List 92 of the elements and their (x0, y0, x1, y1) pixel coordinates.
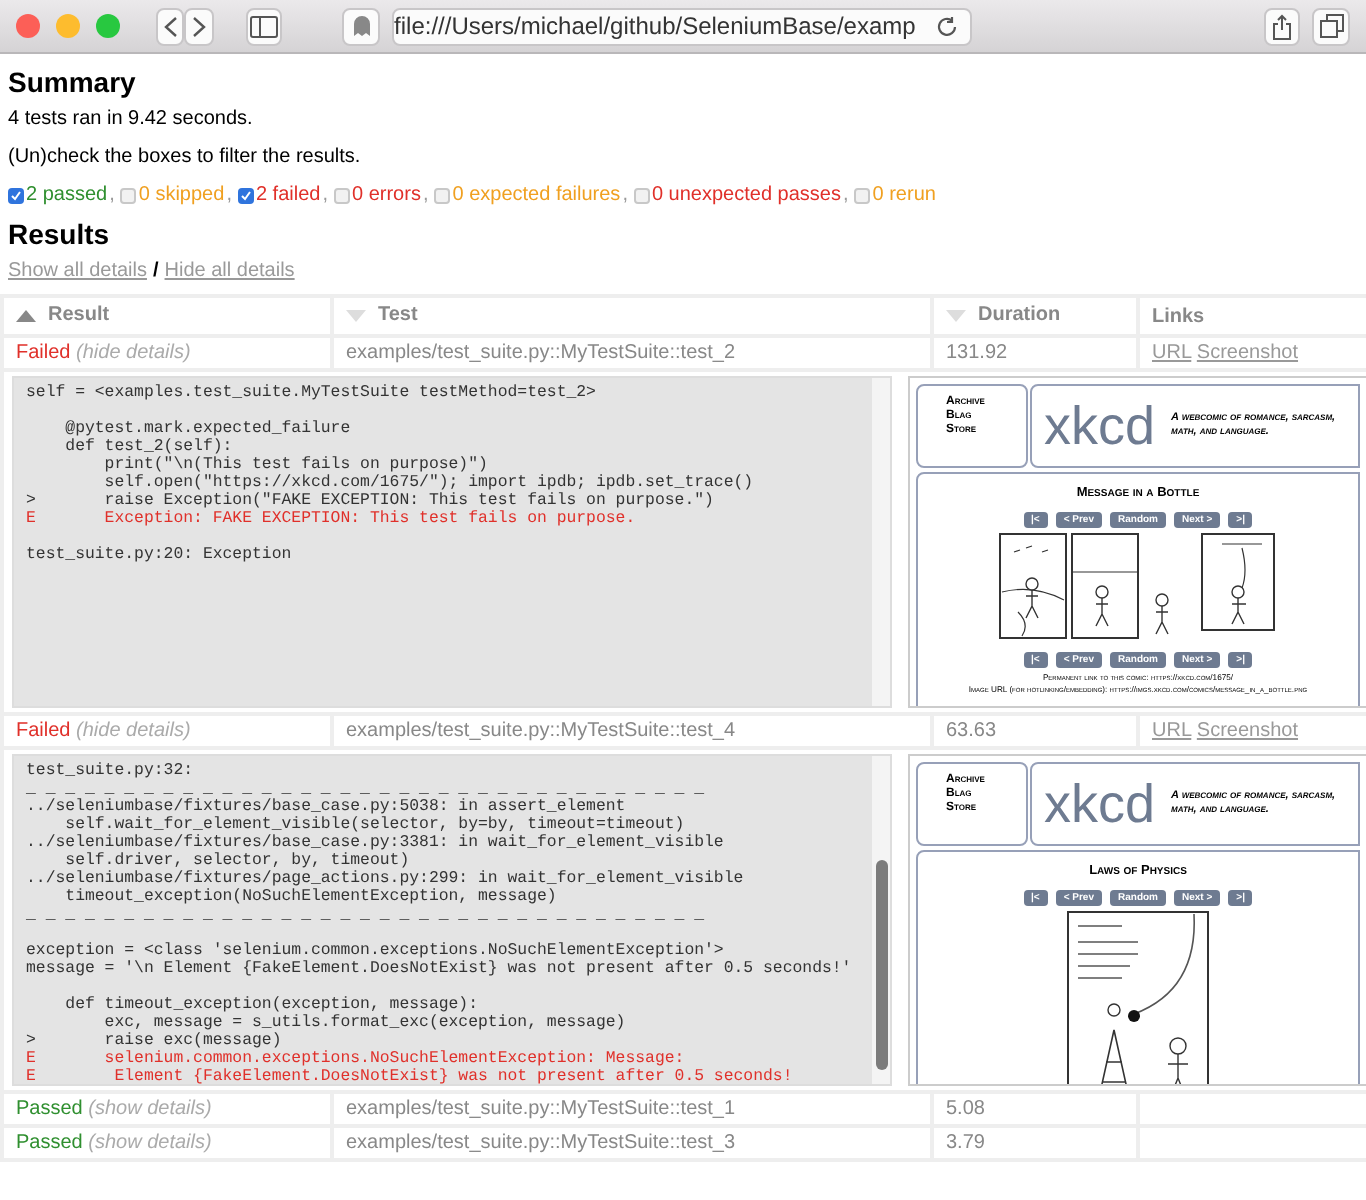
filter-checkbox[interactable] (334, 187, 350, 203)
log-line: ../seleniumbase/fixtures/base_case.py:5038: in assert_element (26, 798, 628, 816)
filter-separator: , (842, 184, 849, 206)
filter-separator: , (422, 184, 429, 206)
filter-label: 0 rerun (872, 184, 936, 206)
filter-separator: , (109, 184, 115, 206)
test-name-cell: examples/test_suite.py::MyTestSuite::test_1 (332, 1092, 932, 1126)
result-link[interactable]: URL (1152, 720, 1192, 742)
details-toggle[interactable]: (hide details) (76, 342, 191, 364)
tabs-button[interactable] (1312, 7, 1350, 45)
hide-all-details-link[interactable]: Hide all details (164, 260, 295, 282)
filter-checkbox[interactable] (854, 187, 871, 203)
result-status: Passed (16, 1132, 83, 1154)
result-link[interactable]: URL (1152, 342, 1192, 364)
log-error-line: E Element {FakeElement.DoesNotExist} was not present after 0.5 seconds! (26, 1068, 795, 1084)
summary-heading: Summary (8, 66, 138, 98)
result-link[interactable]: Screenshot (1196, 720, 1299, 742)
log-line: ../seleniumbase/fixtures/base_case.py:3381: in wait_for_element_visible (26, 834, 726, 852)
site-logo: xkcd (1044, 399, 1156, 453)
close-button[interactable] (16, 14, 40, 38)
column-header[interactable]: Duration (932, 296, 1138, 336)
log-line: test_suite.py:32: (26, 762, 196, 780)
results-heading: Results (8, 218, 112, 250)
run-info-text: 4 tests ran in 9.42 seconds. (8, 108, 255, 130)
details-toggle[interactable]: (hide details) (76, 720, 191, 742)
ghost-icon (351, 14, 372, 38)
log-line: self = <examples.test_suite.MyTestSuite testMethod=test_2> (26, 384, 598, 402)
chevron-left-icon (163, 15, 178, 37)
log-line: > raise Exception("FAKE EXCEPTION: This test fails on purpose.") (26, 492, 716, 510)
forward-button[interactable] (184, 7, 214, 45)
log-line: _ _ _ _ _ _ _ _ _ _ _ _ _ _ _ _ _ _ _ _ _ _ _ _ _ _ _ _ _ _ _ _ _ _ _ (26, 906, 707, 924)
filter-separator: , (622, 184, 628, 206)
address-bar[interactable]: file:///Users/michael/github/SeleniumBase/examp (392, 7, 972, 45)
filter-label: 0 unexpected passes (651, 184, 841, 206)
site-logo: xkcd (1044, 777, 1156, 831)
filter-hint-text: (Un)check the boxes to filter the results. (8, 146, 363, 168)
column-header[interactable]: Test (332, 296, 932, 336)
filter-separator: , (226, 184, 232, 206)
log-line: def timeout_exception(exception, message): (63, 996, 481, 1014)
duration-cell: 131.92 (932, 336, 1138, 370)
log-line: _ _ _ _ _ _ _ _ _ _ _ _ _ _ _ _ _ _ _ _ _ _ _ _ _ _ _ _ _ _ _ _ _ _ _ (26, 780, 707, 798)
log-line: def test_2(self): (63, 438, 235, 456)
log-error-line: E Exception: FAKE EXCEPTION: This test fails on purpose. (26, 510, 638, 528)
link-divider: / (152, 260, 159, 282)
back-button[interactable] (156, 7, 185, 45)
filter-label: 0 expected failures (452, 184, 621, 206)
test-name-cell: examples/test_suite.py::MyTestSuite::test_3 (332, 1126, 932, 1160)
sidebar-button[interactable] (245, 7, 283, 45)
extension-button[interactable] (342, 7, 381, 45)
log-line: timeout_exception(NoSuchElementException, message) (63, 888, 559, 906)
log-error-line: E selenium.common.exceptions.NoSuchElementException: Message: (26, 1050, 687, 1068)
filter-checkbox[interactable] (120, 187, 137, 203)
zoom-button[interactable] (96, 14, 120, 38)
filter-separator: , (322, 184, 328, 206)
duration-cell: 5.08 (932, 1092, 1138, 1126)
log-line: message = '\n Element {FakeElement.DoesNotExist} was not present after 0.5 seconds!' (26, 960, 854, 978)
column-header[interactable]: Result (2, 296, 332, 336)
test-name-cell: examples/test_suite.py::MyTestSuite::test_4 (332, 714, 932, 748)
details-toggle[interactable]: (show details) (88, 1098, 212, 1120)
filter-label: 2 passed (26, 184, 108, 206)
test-name-cell: examples/test_suite.py::MyTestSuite::test_2 (332, 336, 932, 370)
chevron-right-icon (192, 15, 207, 37)
sidebar-icon (250, 15, 279, 37)
scrollbar-thumb[interactable] (876, 860, 888, 1070)
filter-label: 2 failed (255, 184, 321, 206)
filter-checkbox[interactable] (633, 187, 650, 203)
filter-checkbox[interactable] (434, 187, 451, 203)
log-line: ../seleniumbase/fixtures/page_actions.py:299: in wait_for_element_visible (26, 870, 746, 888)
tabs-icon (1319, 14, 1344, 38)
filter-label: 0 skipped (138, 184, 225, 206)
show-all-details-link[interactable]: Show all details (8, 260, 147, 282)
column-header[interactable]: Links (1138, 296, 1366, 336)
log-line: self.open("https://xkcd.com/1675/"); import ipdb; ipdb.set_trace() (102, 474, 756, 492)
log-line: print("\n(This test fails on purpose)") (102, 456, 490, 474)
filter-label: 0 errors (352, 184, 421, 206)
reload-icon[interactable] (935, 15, 958, 37)
result-status: Failed (16, 720, 71, 742)
share-button[interactable] (1263, 7, 1301, 45)
result-status: Passed (16, 1098, 83, 1120)
duration-cell: 3.79 (932, 1126, 1138, 1160)
log-line: self.driver, selector, by, timeout) (63, 852, 412, 870)
details-toggle[interactable]: (show details) (88, 1132, 212, 1154)
result-link[interactable]: Screenshot (1196, 342, 1299, 364)
log-line: > raise exc(message) (26, 1032, 284, 1050)
result-status: Failed (16, 342, 71, 364)
log-line: exc, message = s_utils.format_exc(exception, message) (102, 1014, 628, 1032)
log-line: @pytest.mark.expected_failure (63, 420, 353, 438)
duration-cell: 63.63 (932, 714, 1138, 748)
log-line: test_suite.py:20: Exception (26, 546, 294, 564)
log-line: self.wait_for_element_visible(selector, by=by, timeout=timeout) (63, 816, 687, 834)
log-line: exception = <class 'selenium.common.exceptions.NoSuchElementException'> (26, 942, 726, 960)
share-icon (1272, 13, 1293, 39)
